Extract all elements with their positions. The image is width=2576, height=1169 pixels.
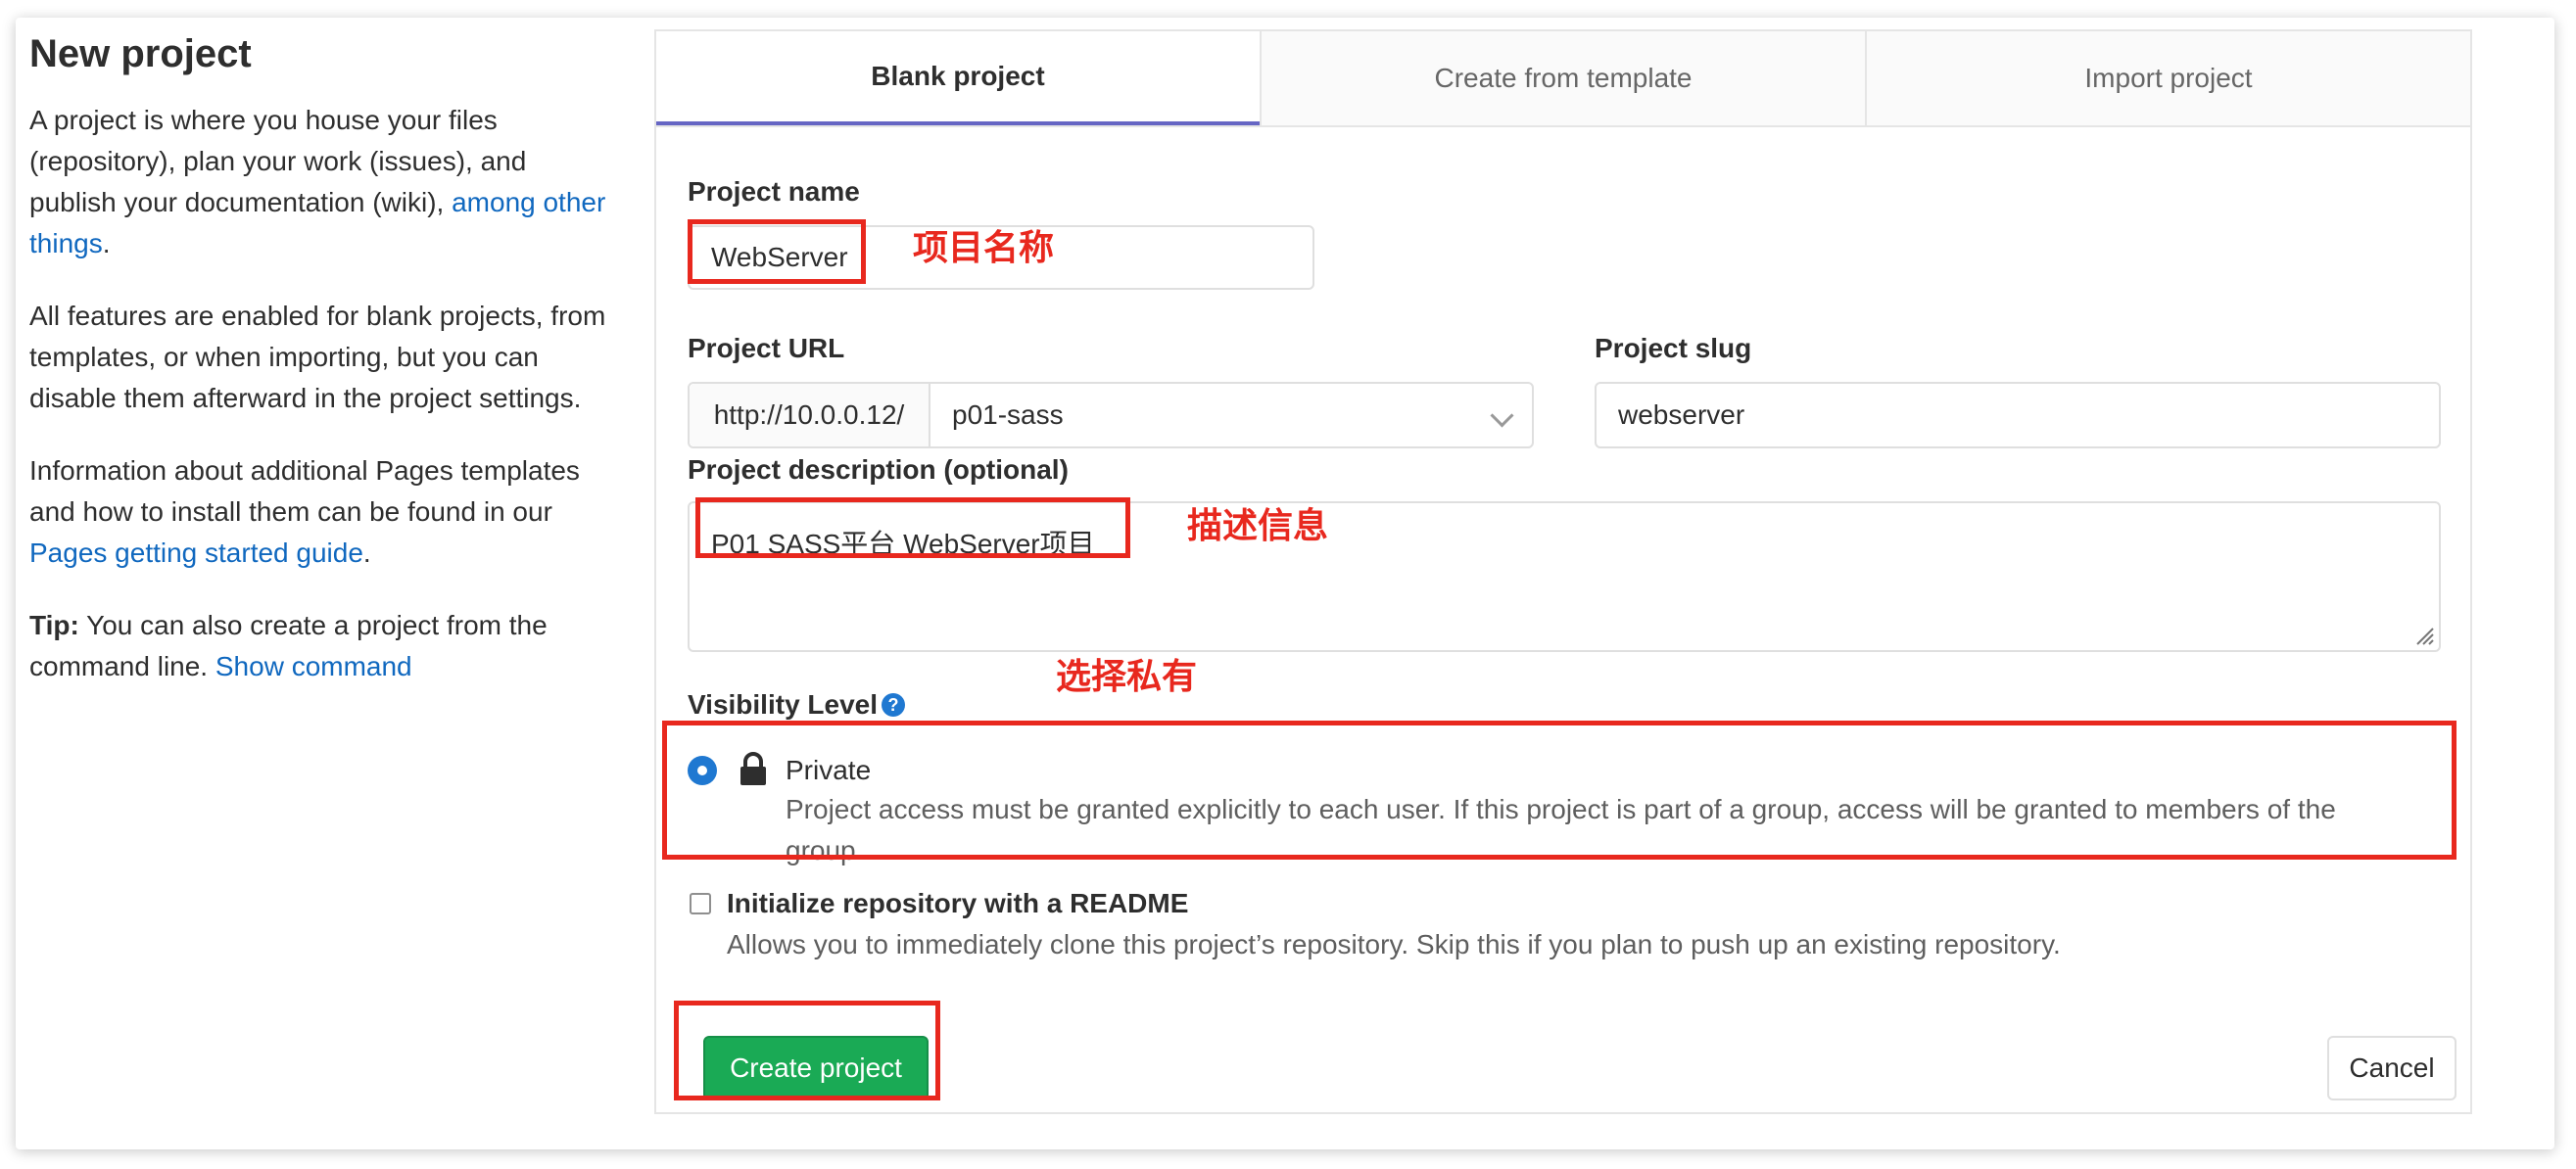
project-url-label: Project URL [688, 333, 845, 363]
visibility-label: Visibility Level [688, 689, 879, 720]
project-slug-label: Project slug [1595, 333, 1752, 363]
annotation-box-visibility [662, 721, 2457, 860]
namespace-value: p01-sass [952, 399, 1064, 430]
tip-label: Tip: [29, 610, 79, 640]
question-circle-icon[interactable]: ? [882, 693, 905, 717]
tab-blank-project[interactable]: Blank project [656, 31, 1260, 125]
resize-handle-icon[interactable] [2411, 623, 2435, 646]
project-url-group: http://10.0.0.12/ p01-sass [688, 382, 1534, 448]
window-frame: New project A project is where you house… [16, 18, 2554, 1149]
pages-guide-link[interactable]: Pages getting started guide [29, 538, 363, 568]
description-label: Project description (optional) [688, 454, 1069, 485]
tab-create-from-template[interactable]: Create from template [1260, 31, 1865, 125]
annotation-description-note: 描述信息 [1187, 506, 1329, 546]
annotation-box-description [695, 497, 1130, 558]
tab-import-project[interactable]: Import project [1865, 31, 2470, 125]
annotation-box-name [688, 219, 866, 284]
readme-label[interactable]: Initialize repository with a README [727, 883, 1188, 924]
show-command-link[interactable]: Show command [215, 651, 412, 681]
pages-paragraph: Information about additional Pages templ… [29, 450, 617, 574]
cancel-button[interactable]: Cancel [2327, 1036, 2457, 1100]
namespace-select[interactable]: p01-sass [952, 384, 1064, 446]
sidebar-info: New project A project is where you house… [29, 29, 617, 719]
pages-text: Information about additional Pages templ… [29, 455, 580, 527]
readme-description: Allows you to immediately clone this pro… [727, 929, 2061, 959]
page-title: New project [29, 32, 252, 75]
features-paragraph: All features are enabled for blank proje… [29, 301, 606, 413]
project-slug-value: webserver [1618, 399, 1745, 430]
annotation-name-note: 项目名称 [913, 228, 1055, 268]
annotation-box-create [674, 1001, 940, 1100]
readme-checkbox[interactable] [690, 893, 711, 914]
tip-paragraph: Tip: You can also create a project from … [29, 605, 617, 687]
project-slug-input[interactable]: webserver [1595, 382, 2441, 448]
pages-end: . [362, 538, 371, 568]
chevron-down-icon[interactable] [1490, 403, 1514, 428]
intro-end: . [102, 228, 111, 258]
project-name-label: Project name [688, 176, 860, 207]
annotation-visibility-note: 选择私有 [1056, 657, 1198, 697]
project-url-prefix: http://10.0.0.12/ [690, 384, 930, 446]
project-type-tabs: Blank project Create from template Impor… [656, 31, 2470, 127]
intro-paragraph: A project is where you house your files … [29, 100, 617, 264]
